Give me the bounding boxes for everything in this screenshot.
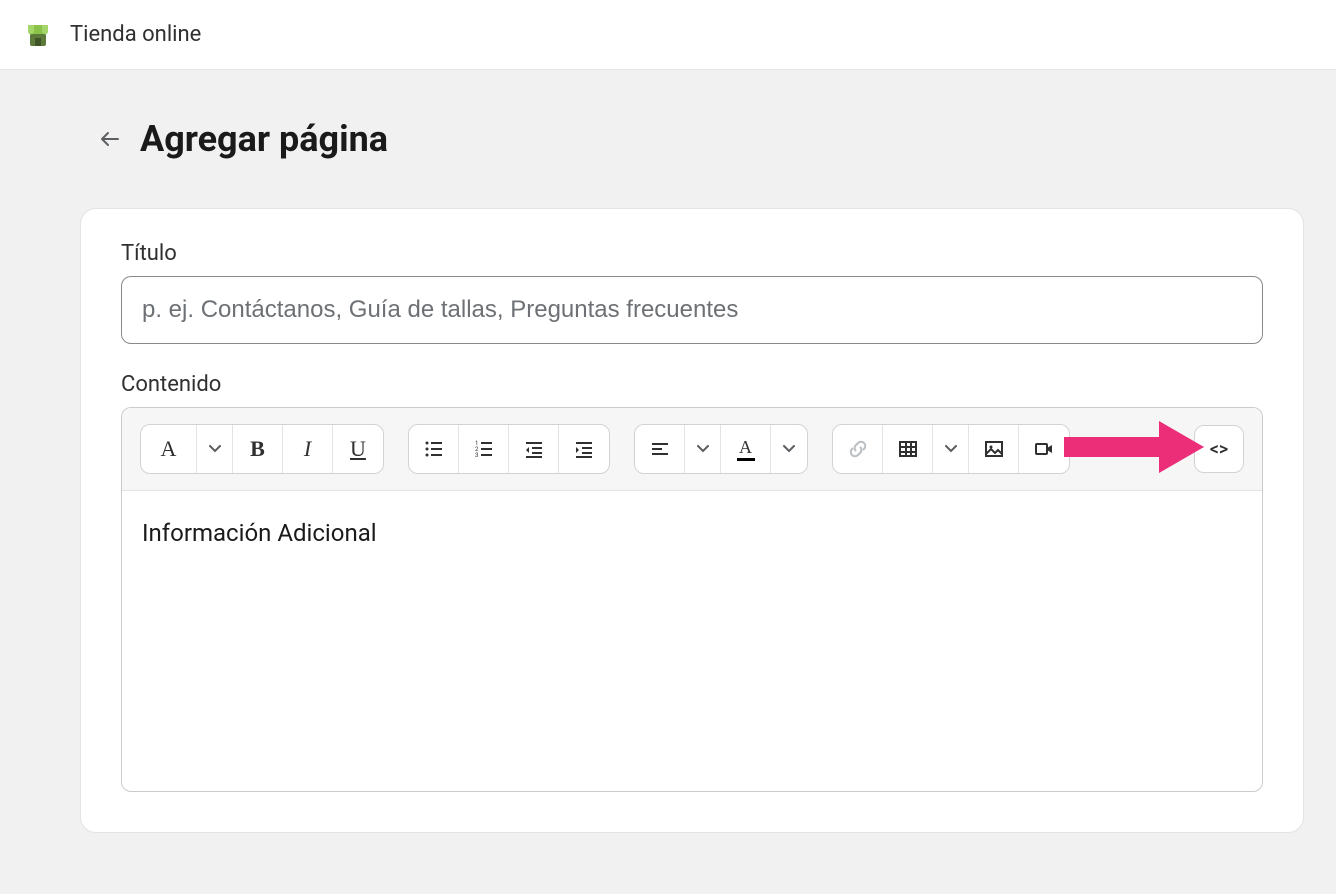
code-icon: <> bbox=[1210, 439, 1229, 460]
chevron-down-icon bbox=[783, 445, 795, 453]
text-color-dropdown-caret[interactable] bbox=[771, 425, 807, 473]
underline-button[interactable]: U bbox=[333, 425, 383, 473]
form-card: Título Contenido A B I U bbox=[80, 208, 1304, 833]
title-input[interactable] bbox=[121, 276, 1263, 344]
toolbar-group-align: A bbox=[634, 424, 808, 474]
arrow-left-icon bbox=[98, 127, 122, 151]
outdent-icon bbox=[524, 439, 544, 459]
show-html-button[interactable]: <> bbox=[1194, 425, 1244, 473]
store-logo-icon bbox=[24, 21, 52, 49]
page-title: Agregar página bbox=[140, 118, 388, 160]
content-editor[interactable]: Información Adicional bbox=[122, 491, 1262, 791]
topbar: Tienda online bbox=[0, 0, 1336, 70]
format-dropdown-caret[interactable] bbox=[197, 425, 233, 473]
toolbar-group-text: A B I U bbox=[140, 424, 384, 474]
chevron-down-icon bbox=[209, 445, 221, 453]
bullet-list-button[interactable] bbox=[409, 425, 459, 473]
text-color-button[interactable]: A bbox=[721, 425, 771, 473]
back-button[interactable] bbox=[92, 121, 128, 157]
text-color-icon: A bbox=[737, 438, 755, 461]
svg-text:3: 3 bbox=[475, 452, 478, 459]
toolbar-group-lists: 1 2 3 bbox=[408, 424, 610, 474]
align-left-icon bbox=[650, 439, 670, 459]
bold-button[interactable]: B bbox=[233, 425, 283, 473]
video-button[interactable] bbox=[1019, 425, 1069, 473]
video-icon bbox=[1034, 439, 1054, 459]
align-button[interactable] bbox=[635, 425, 685, 473]
format-letter: A bbox=[161, 436, 177, 462]
outdent-button[interactable] bbox=[509, 425, 559, 473]
indent-icon bbox=[574, 439, 594, 459]
image-button[interactable] bbox=[969, 425, 1019, 473]
align-dropdown-caret[interactable] bbox=[685, 425, 721, 473]
indent-button[interactable] bbox=[559, 425, 609, 473]
chevron-down-icon bbox=[697, 445, 709, 453]
editor-toolbar: A B I U bbox=[122, 408, 1262, 491]
annotation-arrow-icon bbox=[1064, 417, 1204, 481]
table-button[interactable] bbox=[883, 425, 933, 473]
table-icon bbox=[898, 439, 918, 459]
topbar-title: Tienda online bbox=[70, 22, 201, 47]
page-header: Agregar página bbox=[0, 70, 1336, 160]
link-icon bbox=[848, 439, 868, 459]
bullet-list-icon bbox=[424, 439, 444, 459]
format-dropdown[interactable]: A bbox=[141, 425, 197, 473]
content-label: Contenido bbox=[121, 372, 221, 397]
numbered-list-button[interactable]: 1 2 3 bbox=[459, 425, 509, 473]
toolbar-group-insert bbox=[832, 424, 1070, 474]
image-icon bbox=[984, 439, 1004, 459]
rich-text-editor: A B I U bbox=[121, 407, 1263, 792]
chevron-down-icon bbox=[945, 445, 957, 453]
title-label: Título bbox=[121, 241, 1263, 266]
table-dropdown-caret[interactable] bbox=[933, 425, 969, 473]
italic-button[interactable]: I bbox=[283, 425, 333, 473]
link-button[interactable] bbox=[833, 425, 883, 473]
numbered-list-icon: 1 2 3 bbox=[474, 439, 494, 459]
